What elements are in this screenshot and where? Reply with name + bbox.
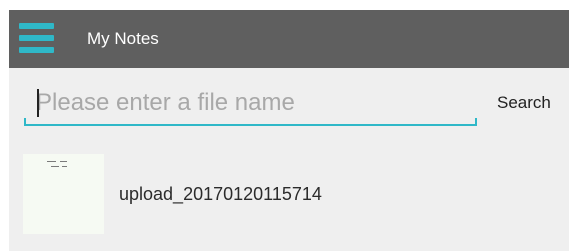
- note-thumbnail: [23, 154, 104, 234]
- list-item[interactable]: upload_20170120115714: [9, 150, 569, 234]
- input-underline: [24, 124, 477, 126]
- thumbnail-scribble: [51, 166, 59, 167]
- menu-bar: [19, 35, 54, 41]
- file-name-search-input[interactable]: [24, 85, 477, 121]
- app-window: My Notes Search upload_20170120115714: [9, 10, 569, 251]
- search-button[interactable]: Search: [497, 88, 551, 118]
- menu-bar: [19, 23, 54, 29]
- hamburger-menu-icon[interactable]: [19, 22, 54, 54]
- text-cursor: [37, 89, 39, 117]
- app-title: My Notes: [87, 29, 159, 48]
- thumbnail-scribble: [60, 161, 67, 162]
- toolbar: My Notes: [9, 10, 569, 68]
- file-name: upload_20170120115714: [119, 184, 322, 204]
- menu-bar: [19, 47, 54, 53]
- thumbnail-scribble: [47, 161, 56, 162]
- thumbnail-scribble: [62, 166, 67, 167]
- input-underline-right-tick: [475, 118, 477, 126]
- search-bar: Search: [9, 68, 569, 138]
- file-list: upload_20170120115714: [9, 138, 569, 251]
